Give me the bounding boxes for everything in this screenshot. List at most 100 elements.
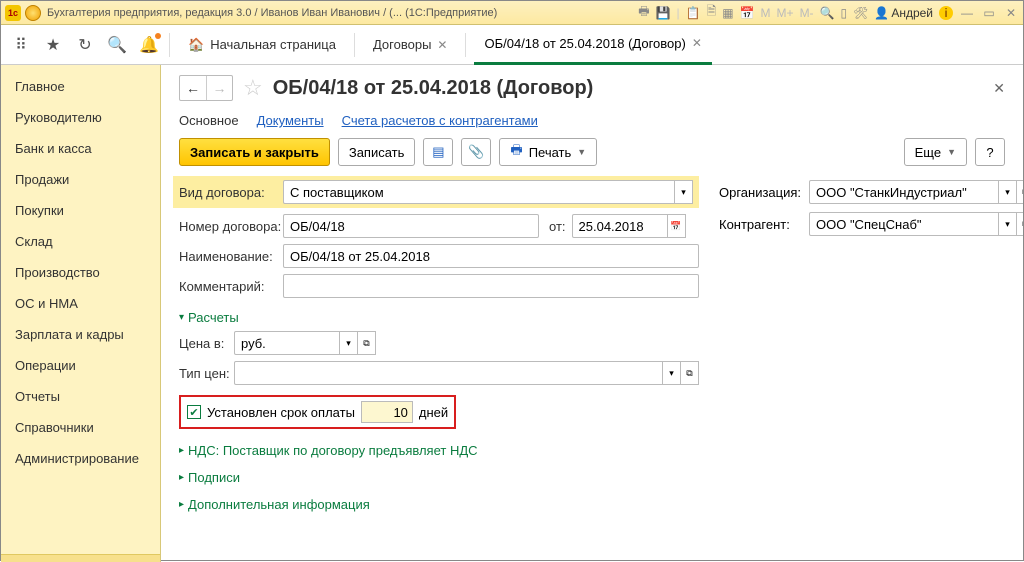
price-label: Цена в:	[179, 336, 234, 351]
close-button[interactable]: ✕	[1003, 6, 1019, 20]
currency-select[interactable]	[234, 331, 340, 355]
minimize-button[interactable]: —	[959, 6, 975, 20]
restore-button[interactable]: ▭	[981, 6, 997, 20]
q-icon[interactable]: 🔍	[820, 6, 835, 20]
deadline-label: Установлен срок оплаты	[207, 405, 355, 420]
save-button[interactable]: Записать	[338, 138, 416, 166]
open-ref-icon[interactable]: ⧉	[1017, 180, 1023, 204]
price-type-select[interactable]	[234, 361, 663, 385]
bell-icon[interactable]: 🔔	[137, 33, 161, 57]
sidebar-item-manager[interactable]: Руководителю	[1, 102, 160, 133]
deadline-checkbox[interactable]: ✔	[187, 405, 201, 419]
calc-expander[interactable]: ▾Расчеты	[179, 310, 239, 325]
divider	[169, 33, 170, 57]
org-select[interactable]	[809, 180, 999, 204]
deadline-days-input[interactable]	[361, 401, 413, 423]
list-view-button[interactable]: ▤	[423, 138, 453, 166]
favorite-star-icon[interactable]: ☆	[243, 75, 263, 101]
open-ref-icon[interactable]: ⧉	[1017, 212, 1023, 236]
comment-input[interactable]	[283, 274, 699, 298]
sign-expander[interactable]: ▸Подписи	[179, 470, 240, 485]
main-toolbar: ⠿ ★ ↻ 🔍 🔔 🏠 Начальная страница Договоры …	[1, 25, 1023, 65]
sidebar-item-operations[interactable]: Операции	[1, 350, 160, 381]
calendar-icon[interactable]: 📅	[668, 214, 686, 238]
sidebar-item-assets[interactable]: ОС и НМА	[1, 288, 160, 319]
tab-close-icon[interactable]: ✕	[437, 38, 447, 52]
save-icon[interactable]: 💾	[656, 6, 671, 20]
tab-contracts[interactable]: Договоры ✕	[363, 25, 458, 65]
print-icon[interactable]: 🖶	[638, 2, 649, 23]
print-label: Печать	[529, 145, 572, 160]
nav-buttons: ← →	[179, 75, 233, 101]
sidebar-item-directories[interactable]: Справочники	[1, 412, 160, 443]
printer-icon: 🖶	[510, 141, 522, 163]
dropdown-arrow-icon[interactable]: ▾	[340, 331, 358, 355]
save-close-button[interactable]: Записать и закрыть	[179, 138, 330, 166]
sidebar-item-sales[interactable]: Продажи	[1, 164, 160, 195]
counter-label: Контрагент:	[719, 217, 809, 232]
app-logo-icon: 1c	[5, 5, 21, 21]
back-button[interactable]: ←	[180, 76, 206, 100]
titlebar: 1c Бухгалтерия предприятия, редакция 3.0…	[1, 1, 1023, 25]
m-plus-label[interactable]: M+	[777, 6, 794, 20]
search-icon[interactable]: 🔍	[105, 33, 129, 57]
doc-icon[interactable]: 🗎	[707, 2, 717, 23]
tab-label: Договоры	[373, 37, 431, 52]
apps-grid-icon[interactable]: ⠿	[9, 33, 33, 57]
dropdown-circle-icon[interactable]	[25, 5, 41, 21]
counter-select[interactable]	[809, 212, 999, 236]
sidebar-item-purchases[interactable]: Покупки	[1, 195, 160, 226]
more-label: Еще	[915, 145, 941, 160]
name-input[interactable]	[283, 244, 699, 268]
subtab-accounts[interactable]: Счета расчетов с контрагентами	[342, 113, 538, 128]
date-input[interactable]	[572, 214, 668, 238]
page-close-icon[interactable]: ✕	[993, 80, 1005, 97]
number-label: Номер договора:	[179, 219, 283, 234]
nds-expander[interactable]: ▸НДС: Поставщик по договору предъявляет …	[179, 443, 478, 458]
history-icon[interactable]: ↻	[73, 33, 97, 57]
sidebar-item-reports[interactable]: Отчеты	[1, 381, 160, 412]
number-input[interactable]	[283, 214, 539, 238]
grid-icon[interactable]: ▦	[722, 6, 733, 20]
subtab-main[interactable]: Основное	[179, 113, 239, 128]
panel-icon[interactable]: ▯	[841, 6, 848, 20]
dropdown-arrow-icon[interactable]: ▾	[999, 180, 1017, 204]
price-type-label: Тип цен:	[179, 366, 234, 381]
open-ref-icon[interactable]: ⧉	[681, 361, 699, 385]
app-title: Бухгалтерия предприятия, редакция 3.0 / …	[47, 7, 497, 19]
clipboard-icon[interactable]: 📋	[686, 6, 701, 20]
attach-button[interactable]: 📎	[461, 138, 491, 166]
subtab-docs[interactable]: Документы	[257, 113, 324, 128]
user-label[interactable]: 👤 Андрей	[874, 6, 933, 20]
help-button[interactable]: ?	[975, 138, 1005, 166]
dropdown-arrow-icon[interactable]: ▾	[663, 361, 681, 385]
forward-button[interactable]: →	[206, 76, 232, 100]
tool-icon[interactable]: 🛠	[853, 6, 868, 20]
info-icon[interactable]: i	[939, 6, 953, 20]
sidebar-item-stock[interactable]: Склад	[1, 226, 160, 257]
more-button[interactable]: Еще ▼	[904, 138, 967, 166]
chevron-down-icon: ▼	[947, 147, 956, 157]
date-label: от:	[549, 219, 566, 234]
dropdown-arrow-icon[interactable]: ▾	[675, 180, 693, 204]
sidebar-item-salary[interactable]: Зарплата и кадры	[1, 319, 160, 350]
open-ref-icon[interactable]: ⧉	[358, 331, 376, 355]
sidebar-item-admin[interactable]: Администрирование	[1, 443, 160, 474]
comment-label: Комментарий:	[179, 279, 283, 294]
dropdown-arrow-icon[interactable]: ▾	[999, 212, 1017, 236]
sidebar-item-main[interactable]: Главное	[1, 71, 160, 102]
m-minus-label[interactable]: M-	[800, 6, 814, 20]
extra-expander[interactable]: ▸Дополнительная информация	[179, 497, 370, 512]
tab-close-icon[interactable]: ✕	[692, 36, 702, 50]
sidebar-item-production[interactable]: Производство	[1, 257, 160, 288]
print-button[interactable]: 🖶 Печать ▼	[499, 138, 597, 166]
subtabs: Основное Документы Счета расчетов с конт…	[179, 113, 1005, 128]
star-icon[interactable]: ★	[41, 33, 65, 57]
deadline-suffix: дней	[419, 405, 448, 420]
contract-kind-select[interactable]	[283, 180, 675, 204]
sidebar-item-bank[interactable]: Банк и касса	[1, 133, 160, 164]
tab-contract-detail[interactable]: ОБ/04/18 от 25.04.2018 (Договор) ✕	[474, 25, 711, 65]
m-label[interactable]: M	[761, 6, 771, 20]
tab-home[interactable]: 🏠 Начальная страница	[178, 25, 346, 65]
calendar-icon[interactable]: 📅	[740, 6, 755, 20]
